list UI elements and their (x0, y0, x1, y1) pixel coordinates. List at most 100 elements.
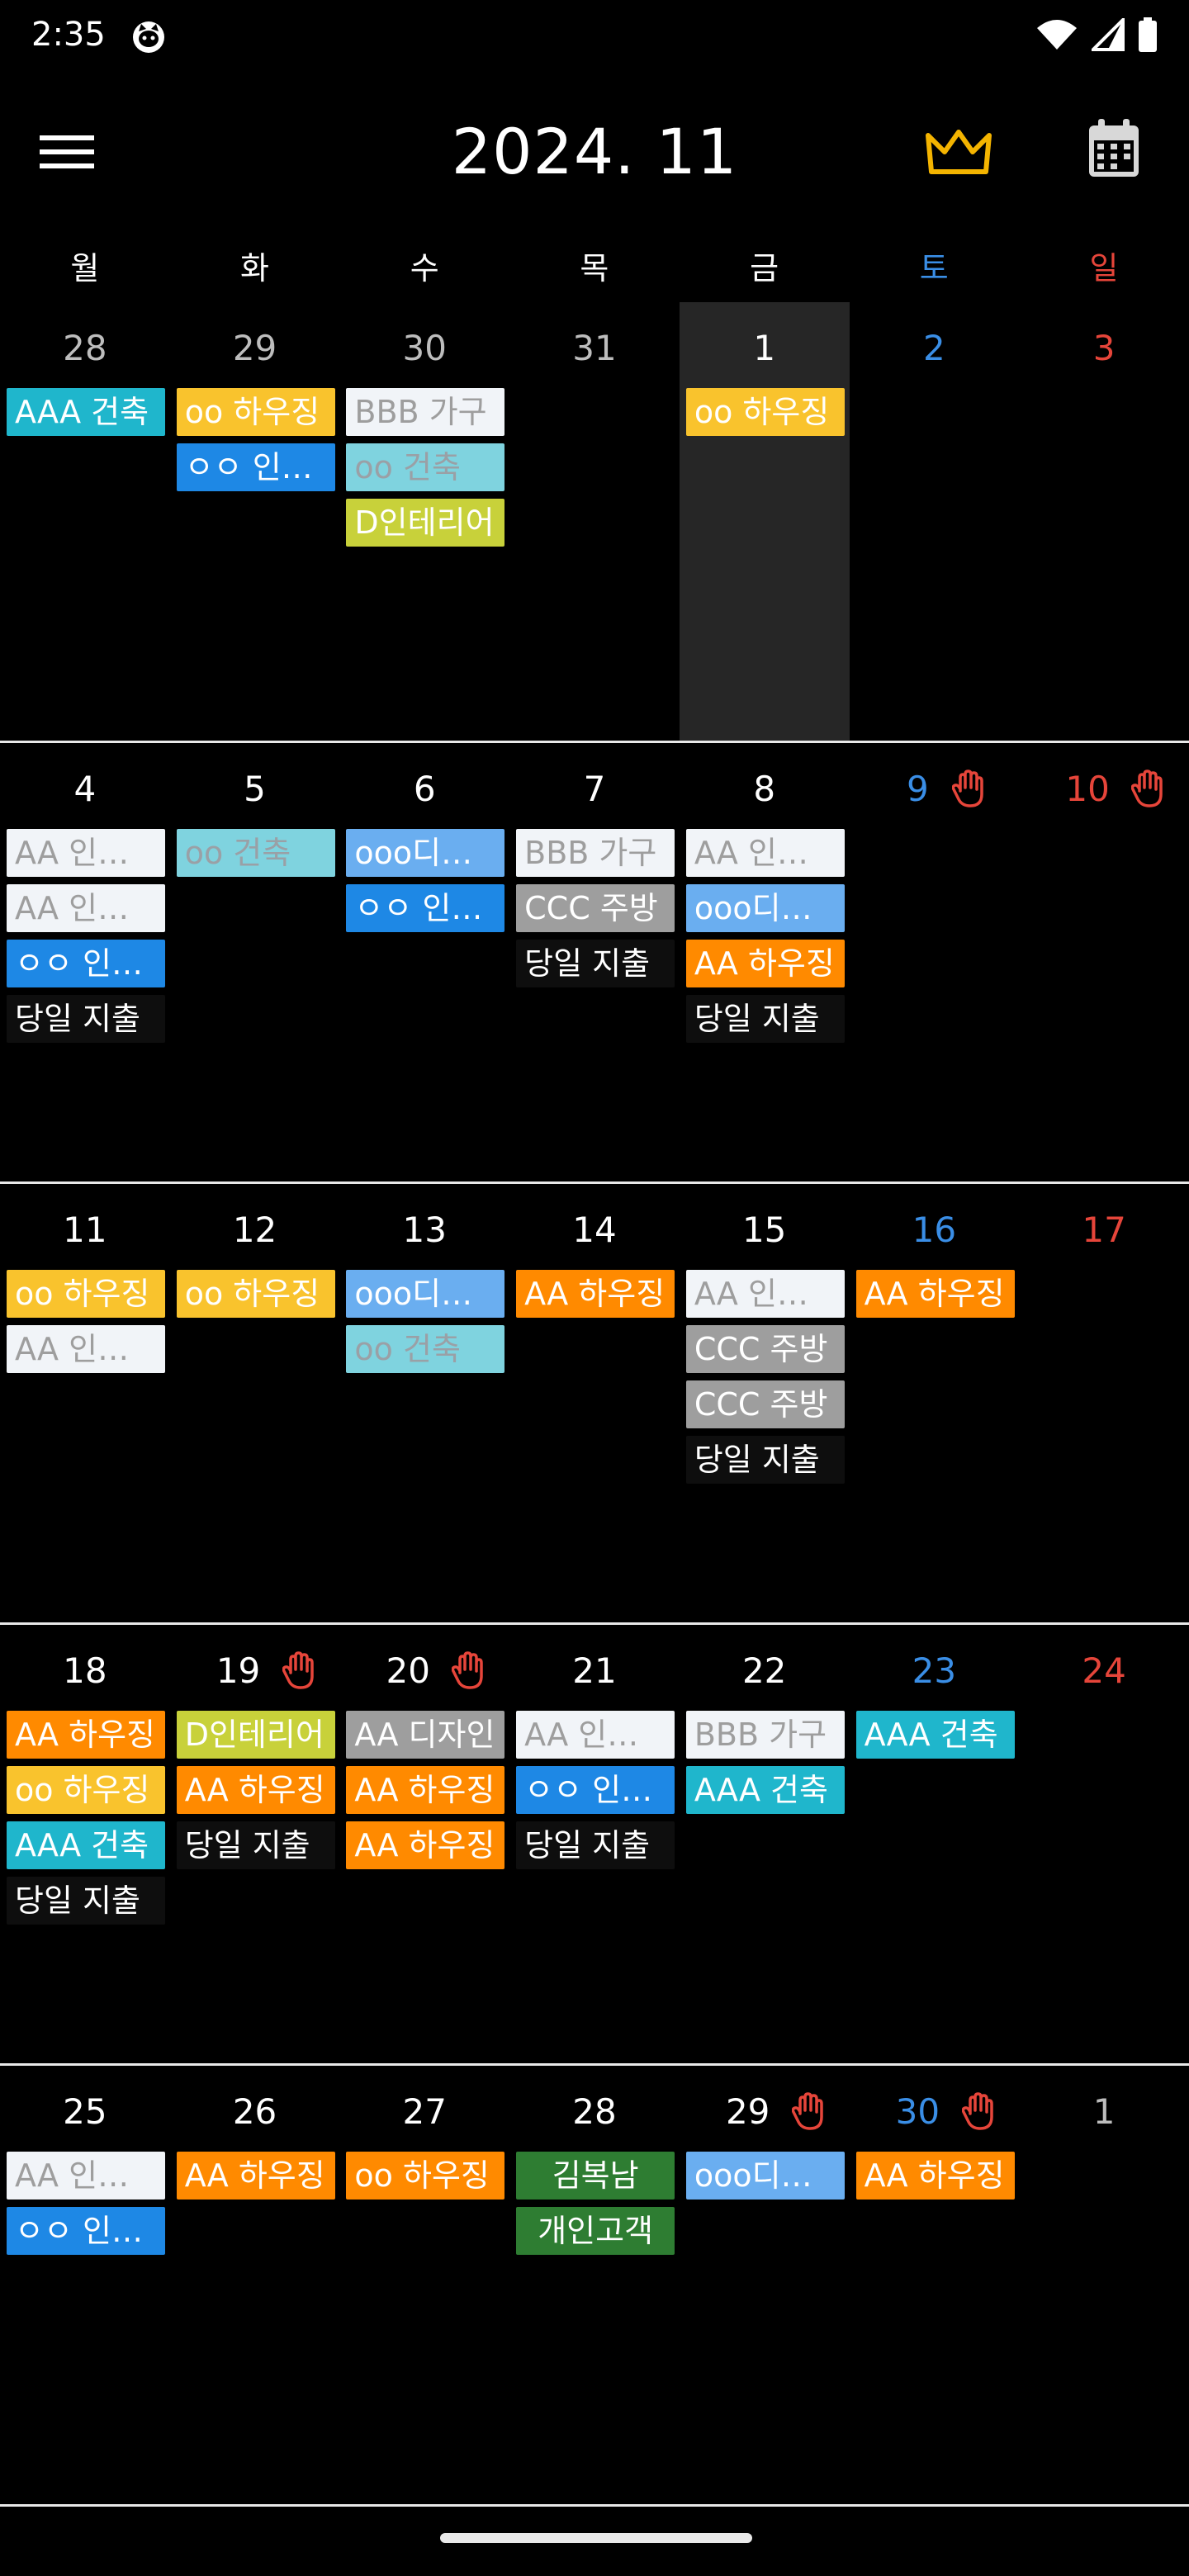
event-chip[interactable]: AA 인테리어 (7, 829, 165, 877)
event-chip[interactable]: oo 하우징 (7, 1270, 165, 1318)
day-cell[interactable]: 30 AA 하우징 (850, 2066, 1020, 2504)
event-chip[interactable]: ㅇㅇ 인테리어 (176, 443, 335, 491)
event-chip[interactable]: AA 인테리어 (7, 1325, 165, 1373)
event-chip[interactable]: CCC 주방 (516, 884, 675, 932)
event-chip[interactable]: AA 하우징 (176, 1766, 335, 1814)
event-chip[interactable]: AAA 건축 (7, 1821, 165, 1869)
day-cell-today[interactable]: 1 oo 하우징 (679, 302, 850, 741)
day-cell[interactable]: 29 oo 하우징 ㅇㅇ 인테리어 (170, 302, 340, 741)
event-chip[interactable]: AA 인테리어 (7, 2152, 165, 2200)
day-cell[interactable]: 25 AA 인테리어 ㅇㅇ 인테리어 (0, 2066, 170, 2504)
event-chip[interactable]: 개인고객 (516, 2207, 675, 2255)
event-chip[interactable]: 당일 지출 (685, 995, 845, 1043)
event-chip[interactable]: BBB 가구 (516, 829, 675, 877)
event-chip[interactable]: ㅇㅇ 인테리어 (346, 884, 505, 932)
day-cell[interactable]: 9 (850, 743, 1020, 1181)
event-chip[interactable]: BBB 가구 (685, 1711, 845, 1759)
day-cell[interactable]: 20 AA 디자인 AA 하우징 AA 하우징 (339, 1625, 509, 2063)
event-chip[interactable]: 당일 지출 (516, 940, 675, 987)
event-chip[interactable]: AA 하우징 (855, 1270, 1015, 1318)
event-chip[interactable]: oo 하우징 (346, 2152, 505, 2200)
event-chip[interactable]: oo 하우징 (176, 1270, 335, 1318)
day-cell[interactable]: 31 (509, 302, 680, 741)
day-number: 12 (170, 1205, 340, 1255)
event-chip[interactable]: AAA 건축 (685, 1766, 845, 1814)
day-cell[interactable]: 7 BBB 가구 CCC 주방 당일 지출 (509, 743, 680, 1181)
event-chip[interactable]: AA 하우징 (855, 2152, 1015, 2200)
day-cell[interactable]: 10 (1019, 743, 1189, 1181)
event-chip[interactable]: ㅇㅇ 인테리어 (7, 2207, 165, 2255)
status-time: 2:35 (31, 16, 106, 54)
day-cell[interactable]: 18 AA 하우징 oo 하우징 AAA 건축 당일 지출 (0, 1625, 170, 2063)
event-chip[interactable]: AAA 건축 (855, 1711, 1015, 1759)
day-cell[interactable]: 14 AA 하우징 (509, 1184, 680, 1622)
event-chip[interactable]: CCC 주방 (685, 1380, 845, 1428)
event-chip[interactable]: BBB 가구 (346, 388, 505, 436)
event-chip[interactable]: oo 건축 (346, 443, 505, 491)
day-cell[interactable]: 3 (1019, 302, 1189, 741)
event-chip[interactable]: AA 하우징 (516, 1270, 675, 1318)
event-chip[interactable]: 당일 지출 (7, 1877, 165, 1925)
event-chip[interactable]: CCC 주방 (685, 1325, 845, 1373)
event-chip[interactable]: oo 하우징 (176, 388, 335, 436)
event-chip[interactable]: oo 하우징 (7, 1766, 165, 1814)
day-cell[interactable]: 23 AAA 건축 (850, 1625, 1020, 2063)
event-chip[interactable]: AA 하우징 (176, 2152, 335, 2200)
event-chip[interactable]: ㅇㅇ 인테리어 (516, 1766, 675, 1814)
event-chip[interactable]: AA 인테리어 (7, 884, 165, 932)
day-number: 9 (850, 765, 1020, 814)
day-cell[interactable]: 17 (1019, 1184, 1189, 1622)
app-bar: 2024. 11 (0, 91, 1189, 210)
day-cell[interactable]: 27 oo 하우징 (339, 2066, 509, 2504)
day-cell[interactable]: 5 oo 건축 (170, 743, 340, 1181)
day-cell[interactable]: 28 AAA 건축 (0, 302, 170, 741)
day-cell[interactable]: 30 BBB 가구 oo 건축 D인테리어 (339, 302, 509, 741)
week-row: 28 AAA 건축 29 oo 하우징 ㅇㅇ 인테리어 30 BBB 가구 oo 건축 D인테리… (0, 302, 1189, 743)
event-chip[interactable]: 당일 지출 (176, 1821, 335, 1869)
day-cell[interactable]: 22 BBB 가구 AAA 건축 (680, 1625, 850, 2063)
day-cell[interactable]: 29 ooo디자인 (680, 2066, 850, 2504)
event-chip[interactable]: ooo디자인 (685, 2152, 845, 2200)
premium-button[interactable] (921, 121, 996, 187)
day-cell[interactable]: 28 김복남 개인고객 (509, 2066, 680, 2504)
day-cell[interactable]: 11 oo 하우징 AA 인테리어 (0, 1184, 170, 1622)
crown-icon (926, 130, 992, 174)
event-chip[interactable]: 김복남 (516, 2152, 675, 2200)
calendar-button[interactable] (1087, 119, 1153, 188)
month-title[interactable]: 2024. 11 (0, 112, 1189, 192)
event-chip[interactable]: oo 건축 (176, 829, 335, 877)
event-chip[interactable]: D인테리어 (176, 1711, 335, 1759)
event-chip[interactable]: ooo디자인 (346, 1270, 505, 1318)
day-cell[interactable]: 1 (1019, 2066, 1189, 2504)
day-cell[interactable]: 4 AA 인테리어 AA 인테리어 ㅇㅇ 인테리어당일 지출 (0, 743, 170, 1181)
event-chip[interactable]: 당일 지출 (7, 995, 165, 1043)
day-cell[interactable]: 19 D인테리어 AA 하우징 당일 지출 (170, 1625, 340, 2063)
day-cell[interactable]: 21 AA 인테리어 ㅇㅇ 인테리어당일 지출 (509, 1625, 680, 2063)
event-chip[interactable]: 당일 지출 (516, 1821, 675, 1869)
event-chip[interactable]: AA 인테리어 (685, 1270, 845, 1318)
event-chip[interactable]: ㅇㅇ 인테리어 (7, 940, 165, 987)
event-chip[interactable]: AA 하우징 (346, 1766, 505, 1814)
event-chip[interactable]: AA 하우징 (7, 1711, 165, 1759)
day-cell[interactable]: 2 (850, 302, 1020, 741)
event-chip[interactable]: ooo디자인 (685, 884, 845, 932)
day-cell[interactable]: 8 AA 인테리어 ooo디자인 AA 하우징당일 지출 (680, 743, 850, 1181)
event-chip[interactable]: AA 하우징 (685, 940, 845, 987)
day-cell[interactable]: 16 AA 하우징 (850, 1184, 1020, 1622)
event-chip[interactable]: D인테리어 (346, 499, 505, 547)
event-chip[interactable]: 당일 지출 (685, 1436, 845, 1484)
event-chip[interactable]: AA 인테리어 (685, 829, 845, 877)
event-chip[interactable]: oo 하우징 (685, 388, 845, 436)
event-chip[interactable]: AA 하우징 (346, 1821, 505, 1869)
day-cell[interactable]: 24 (1019, 1625, 1189, 2063)
event-chip[interactable]: ooo디자인 (346, 829, 505, 877)
event-chip[interactable]: oo 건축 (346, 1325, 505, 1373)
event-chip[interactable]: AAA 건축 (7, 388, 165, 436)
day-cell[interactable]: 26 AA 하우징 (170, 2066, 340, 2504)
day-cell[interactable]: 15 AA 인테리어 CCC 주방 CCC 주방당일 지출 (680, 1184, 850, 1622)
day-cell[interactable]: 6 ooo디자인 ㅇㅇ 인테리어 (339, 743, 509, 1181)
event-chip[interactable]: AA 디자인 (346, 1711, 505, 1759)
day-cell[interactable]: 12 oo 하우징 (170, 1184, 340, 1622)
event-chip[interactable]: AA 인테리어 (516, 1711, 675, 1759)
day-cell[interactable]: 13 ooo디자인 oo 건축 (339, 1184, 509, 1622)
